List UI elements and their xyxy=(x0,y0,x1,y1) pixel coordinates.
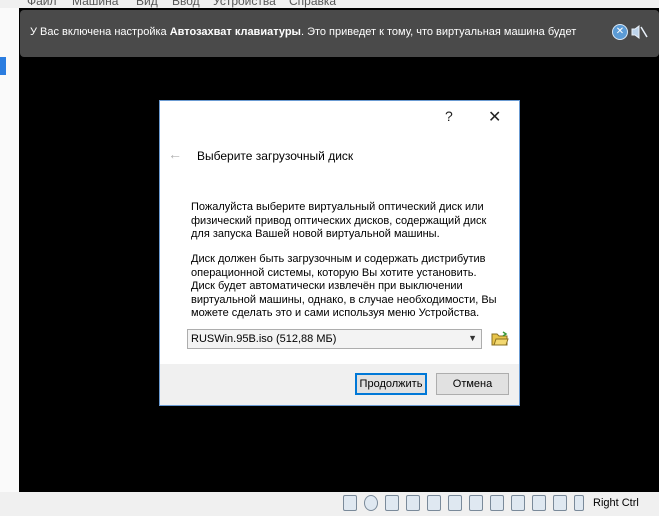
folder-icon[interactable] xyxy=(469,495,483,511)
menu-help[interactable]: Справка xyxy=(289,0,336,8)
usb-icon[interactable] xyxy=(427,495,441,511)
button-strip: Продолжить Отмена xyxy=(160,364,519,405)
left-strip xyxy=(0,8,19,498)
close-button[interactable]: ✕ xyxy=(488,107,504,126)
folder-open-icon[interactable] xyxy=(491,330,509,347)
host-key-label: Right Ctrl xyxy=(593,497,639,509)
cancel-button[interactable]: Отмена xyxy=(436,373,509,395)
mouse-icon[interactable] xyxy=(574,495,584,511)
chevron-down-icon: ▼ xyxy=(468,333,477,343)
status-bar: Right Ctrl xyxy=(0,492,659,516)
notification-text: У Вас включена настройка Автозахват клав… xyxy=(30,26,577,38)
disk-select-value: RUSWin.95B.iso (512,88 МБ) xyxy=(191,333,337,345)
menu-machine[interactable]: Машина xyxy=(72,0,118,8)
floppy-icon[interactable] xyxy=(385,495,399,511)
help-button[interactable]: ? xyxy=(445,108,459,124)
notification-bold: Автозахват клавиатуры xyxy=(169,26,301,38)
optical-drive-icon[interactable] xyxy=(364,495,378,511)
menu-devices[interactable]: Устройства xyxy=(213,0,276,8)
cpu-icon[interactable] xyxy=(553,495,567,511)
capture-icon[interactable] xyxy=(511,495,525,511)
cd-icon[interactable] xyxy=(343,495,357,511)
menu-file[interactable]: Файл xyxy=(27,0,57,8)
disk-select[interactable]: RUSWin.95B.iso (512,88 МБ) ▼ xyxy=(187,329,482,349)
display-icon[interactable] xyxy=(490,495,504,511)
info-icon[interactable]: ✕ xyxy=(612,24,628,40)
side-accent xyxy=(0,57,6,75)
recording-icon[interactable] xyxy=(532,495,546,511)
keyboard-capture-notification: У Вас включена настройка Автозахват клав… xyxy=(20,10,659,57)
continue-button[interactable]: Продолжить xyxy=(355,373,427,395)
description-paragraph-1: Пожалуйста выберите виртуальный оптическ… xyxy=(191,201,487,240)
boot-disk-dialog: ? ✕ ← Выберите загрузочный диск Пожалуйс… xyxy=(159,100,520,406)
menu-input[interactable]: Ввод xyxy=(172,0,200,8)
mute-icon[interactable] xyxy=(630,24,648,40)
description-paragraph-2: Диск должен быть загрузочным и содержать… xyxy=(191,253,497,319)
pen-icon[interactable] xyxy=(448,495,462,511)
back-arrow-icon[interactable]: ← xyxy=(168,146,182,162)
menu-view[interactable]: Вид xyxy=(136,0,158,8)
menu-bar: Файл Машина Вид Ввод Устройства Справка xyxy=(0,0,659,8)
network-icon[interactable] xyxy=(406,495,420,511)
dialog-title: Выберите загрузочный диск xyxy=(197,149,354,163)
